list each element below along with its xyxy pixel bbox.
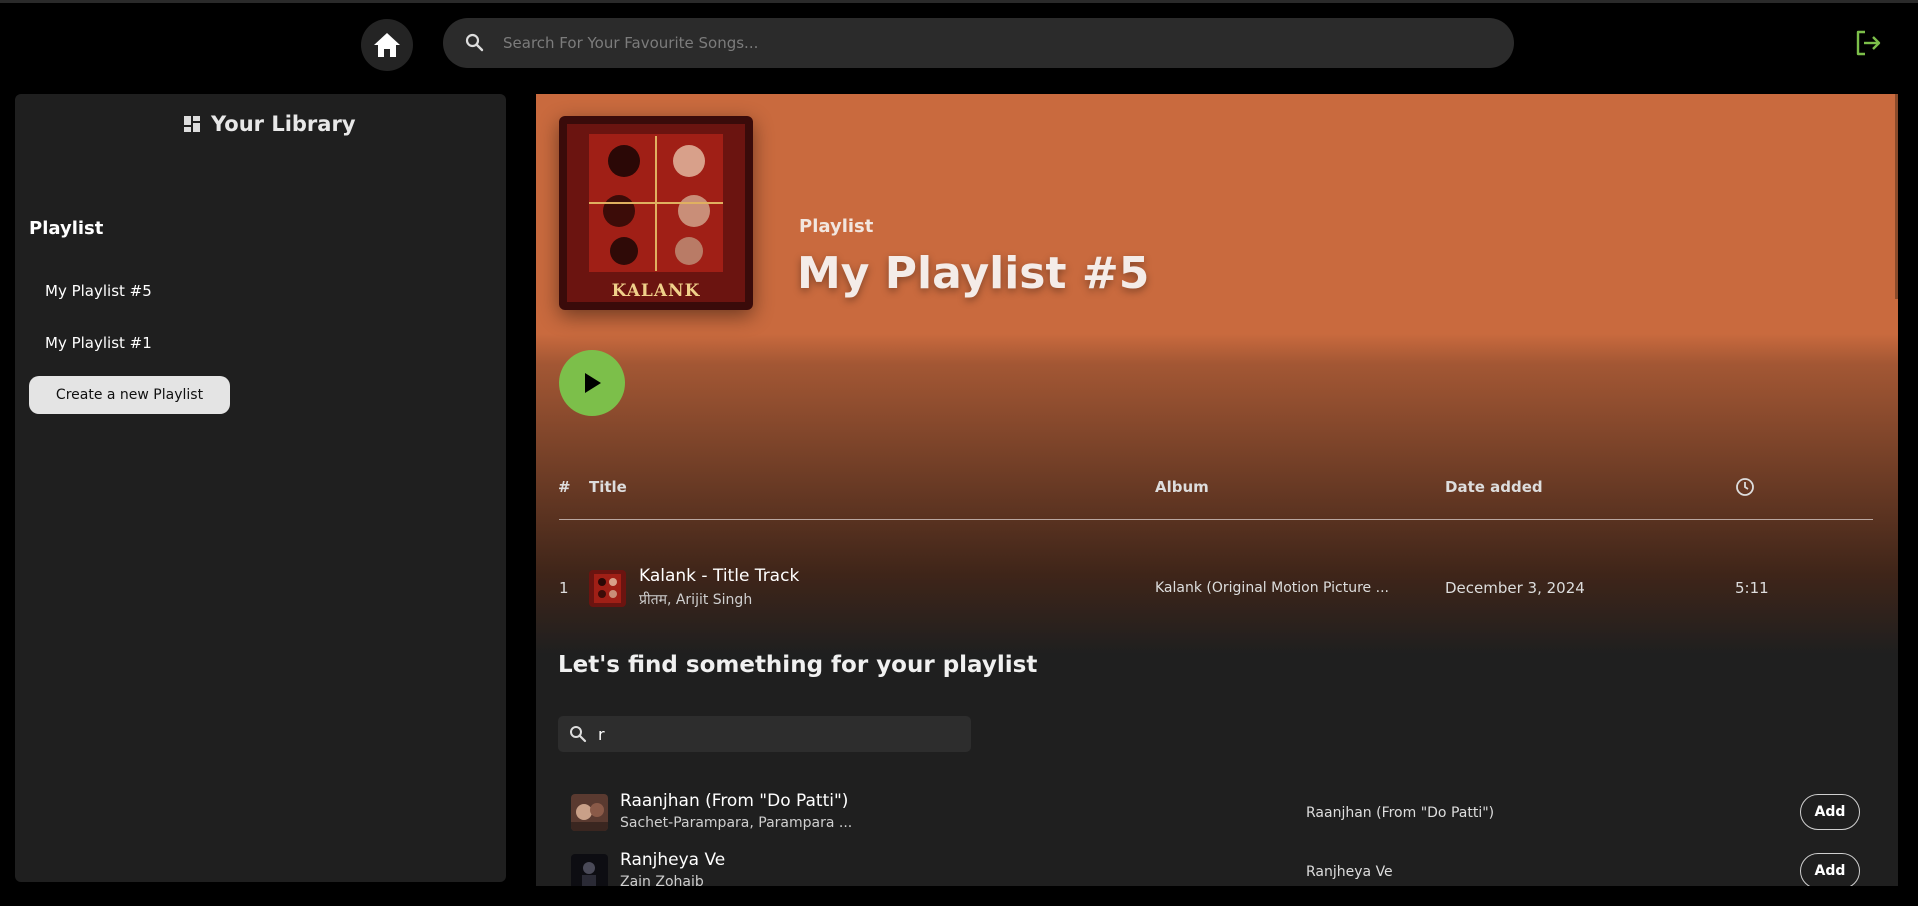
home-icon xyxy=(372,31,402,59)
playlist-title: My Playlist #5 xyxy=(797,248,1150,299)
play-button[interactable] xyxy=(559,350,625,416)
sidebar-playlist-1[interactable]: My Playlist #1 xyxy=(45,334,152,352)
track-artist: प्रीतम, Arijit Singh xyxy=(639,592,753,608)
playlist-main-panel: KALANK Playlist My Playlist #5 # Title A… xyxy=(536,94,1898,906)
sidebar-playlist-5[interactable]: My Playlist #5 xyxy=(45,282,152,300)
col-header-duration xyxy=(1735,477,1755,497)
col-header-date: Date added xyxy=(1445,478,1543,496)
result-album: Raanjhan (From "Do Patti") xyxy=(1306,805,1495,821)
library-title: Your Library xyxy=(211,112,356,136)
find-search-input[interactable] xyxy=(596,723,960,745)
col-header-title: Title xyxy=(589,478,627,496)
playlist-type-label: Playlist xyxy=(799,216,874,237)
top-search-bar[interactable] xyxy=(443,18,1514,68)
song-search-input[interactable] xyxy=(501,33,1465,53)
track-date-added: December 3, 2024 xyxy=(1445,579,1585,597)
playlist-cover-image: KALANK xyxy=(559,116,753,310)
home-button[interactable] xyxy=(361,19,413,71)
logout-icon xyxy=(1853,28,1883,58)
playlist-section-title: Playlist xyxy=(29,218,104,239)
result-title: Ranjheya Ve xyxy=(620,850,726,870)
add-song-button[interactable]: Add xyxy=(1800,853,1860,889)
result-album: Ranjheya Ve xyxy=(1306,864,1393,880)
play-icon xyxy=(581,371,603,395)
scrollbar[interactable] xyxy=(1895,94,1898,299)
track-number: 1 xyxy=(559,579,569,597)
logout-button[interactable] xyxy=(1853,28,1883,58)
library-header: Your Library xyxy=(183,112,356,136)
col-header-number: # xyxy=(558,478,571,496)
library-sidebar: Your Library Playlist My Playlist #5 My … xyxy=(15,94,506,882)
track-title: Kalank - Title Track xyxy=(639,566,800,586)
table-header-divider xyxy=(559,519,1873,520)
result-artist: Sachet-Parampara, Parampara ... xyxy=(620,815,853,831)
create-playlist-button[interactable]: Create a new Playlist xyxy=(29,376,230,414)
find-search-box[interactable] xyxy=(558,716,971,752)
clock-icon xyxy=(1735,477,1755,497)
search-icon xyxy=(568,724,588,744)
search-icon xyxy=(463,31,487,55)
grid-icon xyxy=(183,115,201,133)
track-thumbnail xyxy=(589,570,626,607)
cover-title-text: KALANK xyxy=(611,281,701,301)
result-thumbnail xyxy=(571,794,608,831)
window-bottom-edge xyxy=(0,886,1918,906)
window-top-border xyxy=(0,0,1918,3)
track-duration: 5:11 xyxy=(1735,579,1769,597)
find-songs-heading: Let's find something for your playlist xyxy=(558,652,1038,678)
result-title: Raanjhan (From "Do Patti") xyxy=(620,791,849,811)
track-album: Kalank (Original Motion Picture ... xyxy=(1155,580,1389,596)
col-header-album: Album xyxy=(1155,478,1209,496)
add-song-button[interactable]: Add xyxy=(1800,794,1860,830)
